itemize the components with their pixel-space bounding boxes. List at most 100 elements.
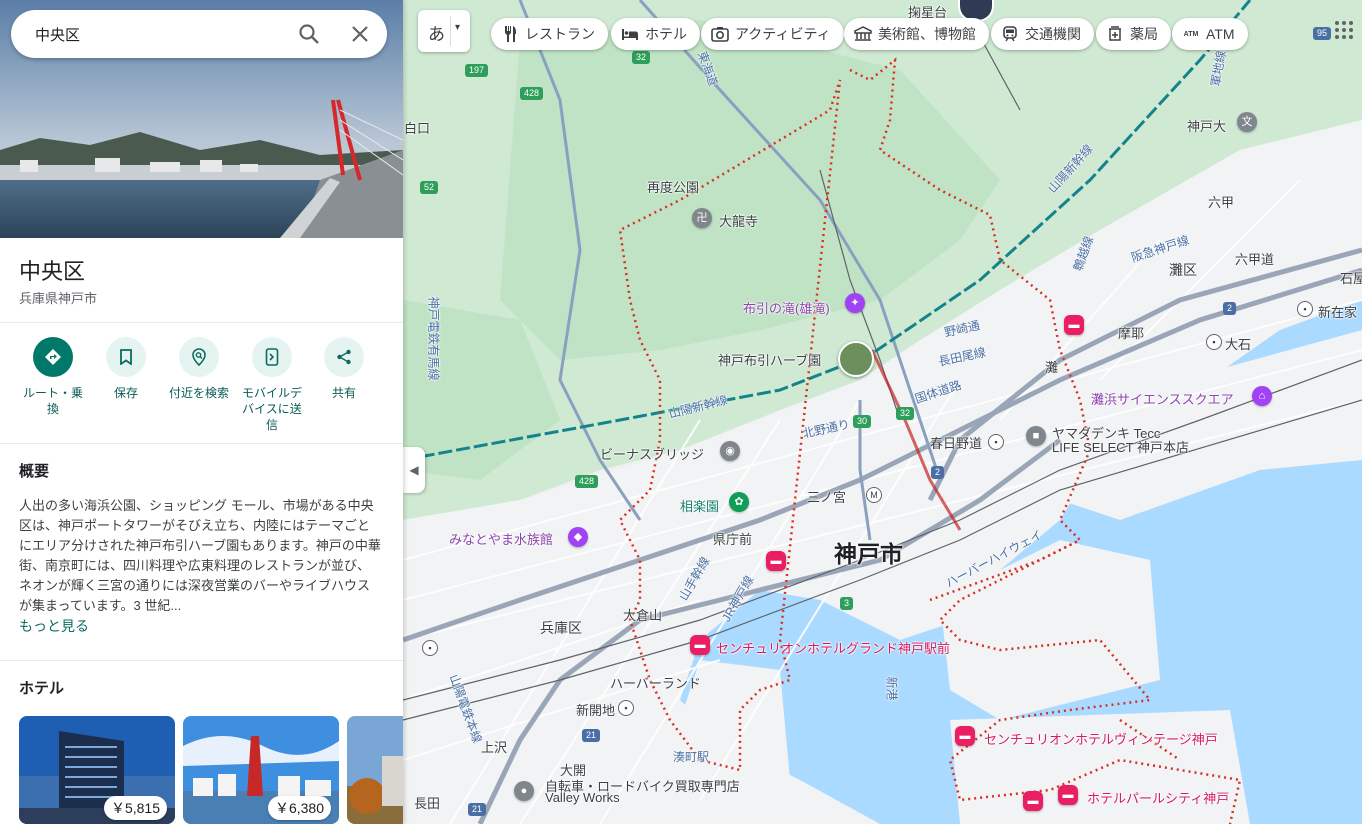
label-oishi: 大石 bbox=[1225, 337, 1252, 352]
chip-transit[interactable]: 交通機関 bbox=[991, 18, 1094, 50]
nearby-search-button[interactable]: 付近を検索 bbox=[164, 337, 234, 401]
label-minatoyama: みなとやま水族館 bbox=[449, 532, 554, 547]
directions-label: ルート・乗換 bbox=[22, 386, 83, 416]
label-science-square: 灘浜サイエンススクエア bbox=[1091, 392, 1234, 407]
chip-restaurant[interactable]: レストラン bbox=[491, 18, 608, 50]
input-language-button[interactable]: あ ▾ bbox=[418, 10, 470, 52]
label-dairyuji: 大龍寺 bbox=[719, 214, 759, 229]
hotel-price: ￥6,380 bbox=[267, 796, 331, 820]
route-2b-shield: 2 bbox=[1223, 302, 1237, 315]
search-box[interactable]: 中央区 bbox=[11, 10, 387, 58]
chip-hotel[interactable]: ホテル bbox=[611, 18, 700, 50]
chip-label: 薬局 bbox=[1130, 26, 1158, 42]
apps-grid-icon[interactable] bbox=[1334, 20, 1354, 40]
divider bbox=[0, 660, 403, 661]
chip-museums[interactable]: 美術館、博物館 bbox=[844, 18, 989, 50]
shop-pin-icon[interactable]: ● bbox=[514, 781, 534, 801]
label-kenchomae: 県庁前 bbox=[713, 532, 753, 547]
camera-icon bbox=[711, 25, 729, 43]
bookmark-icon bbox=[106, 337, 146, 377]
more-link[interactable]: もっと見る bbox=[19, 616, 89, 636]
search-input[interactable]: 中央区 bbox=[35, 24, 80, 45]
temple-pin-icon[interactable]: 卍 bbox=[692, 208, 712, 228]
shinzaike-station-icon[interactable]: ▪ bbox=[1297, 301, 1313, 317]
save-button[interactable]: 保存 bbox=[91, 337, 161, 401]
hotel-price: ￥5,815 bbox=[103, 796, 167, 820]
route-52-shield: 52 bbox=[420, 181, 439, 194]
send-to-phone-icon bbox=[252, 337, 292, 377]
save-label: 保存 bbox=[113, 386, 138, 400]
west-station-icon[interactable]: ▪ bbox=[422, 640, 438, 656]
send-to-phone-button[interactable]: モバイルデバイスに送信 bbox=[237, 337, 307, 433]
nearby-search-label: 付近を検索 bbox=[168, 386, 229, 400]
restaurant-icon bbox=[501, 25, 519, 43]
hotel-nada-pin-icon[interactable]: ▬ bbox=[1064, 315, 1084, 335]
directions-icon bbox=[33, 337, 73, 377]
label-century-vintage: センチュリオンホテルヴィンテージ神戸 bbox=[984, 732, 1218, 747]
shinkaichi-station-icon[interactable]: ▪ bbox=[618, 700, 634, 716]
share-button[interactable]: 共有 bbox=[309, 337, 379, 401]
place-subtitle: 兵庫県神戸市 bbox=[19, 291, 98, 306]
search-icon[interactable] bbox=[297, 22, 321, 46]
label-minatogawa: 湊町駅 bbox=[673, 750, 710, 764]
label-shinko: 新港 bbox=[884, 676, 899, 701]
chip-atm[interactable]: ATM ATM bbox=[1172, 18, 1248, 50]
hotel-pearl-pin-icon[interactable]: ▬ bbox=[1058, 785, 1078, 805]
hotel-card[interactable]: ￥6,380 bbox=[183, 716, 339, 824]
chip-pharmacy[interactable]: 薬局 bbox=[1096, 18, 1171, 50]
collapse-panel-button[interactable]: ◀ bbox=[403, 447, 425, 493]
label-nada-ward: 灘区 bbox=[1169, 262, 1197, 278]
overview-text: 人出の多い海浜公園、ショッピング モール、市場がある中央区は、神戸ポートタワーが… bbox=[19, 498, 381, 613]
language-glyph: あ bbox=[428, 25, 445, 44]
sannomiya-station-icon[interactable]: M bbox=[866, 487, 882, 503]
university-pin-icon[interactable]: 文 bbox=[1237, 112, 1257, 132]
hotel-pin-2-icon[interactable]: ▬ bbox=[1023, 791, 1043, 811]
divider bbox=[0, 443, 403, 444]
route-428b-shield: 428 bbox=[575, 475, 599, 488]
directions-button[interactable]: ルート・乗換 bbox=[18, 337, 88, 417]
label-yamada-2: LIFE SELECT 神戸本店 bbox=[1052, 440, 1190, 455]
kasuganomichi-station-icon[interactable]: ▪ bbox=[988, 434, 1004, 450]
route-428-shield: 428 bbox=[520, 87, 544, 100]
route-30-shield: 30 bbox=[853, 415, 872, 428]
hotel-pin-icon[interactable]: ▬ bbox=[766, 551, 786, 571]
oishi-station-icon[interactable]: ▪ bbox=[1206, 334, 1222, 350]
label-nada: 灘 bbox=[1045, 360, 1059, 375]
hotel-grand-pin-icon[interactable]: ▬ bbox=[690, 635, 710, 655]
label-rokkomichi: 六甲道 bbox=[1235, 252, 1275, 267]
hotel-card[interactable] bbox=[347, 716, 403, 824]
hotel-vintage-pin-icon[interactable]: ▬ bbox=[955, 726, 975, 746]
route-32-shield: 32 bbox=[632, 51, 651, 64]
chevron-left-icon: ◀ bbox=[409, 463, 419, 477]
route-95-shield: 95 bbox=[1313, 27, 1332, 40]
label-nunobiki-falls: 布引の滝(雄滝) bbox=[743, 301, 830, 316]
label-sorakuen: 相楽園 bbox=[680, 499, 720, 514]
store-pin-icon[interactable]: ■ bbox=[1026, 426, 1046, 446]
museum-pin-icon[interactable]: ⌂ bbox=[1252, 386, 1272, 406]
museum-icon bbox=[854, 25, 872, 43]
hotel-icon bbox=[621, 25, 639, 43]
label-bicycle-2: Valley Works bbox=[545, 790, 620, 805]
send-to-phone-label: モバイルデバイスに送信 bbox=[241, 386, 302, 432]
hotels-heading: ホテル bbox=[19, 680, 65, 697]
garden-pin-icon[interactable]: ✿ bbox=[729, 492, 749, 512]
chip-label: アクティビティ bbox=[735, 26, 831, 42]
herb-garden-photo-pin[interactable] bbox=[838, 341, 874, 377]
viewpoint-pin-icon[interactable]: ◉ bbox=[720, 441, 740, 461]
label-shinzaike: 新在家 bbox=[1318, 305, 1358, 320]
language-separator bbox=[450, 16, 451, 46]
aquarium-pin-icon[interactable]: ◆ bbox=[568, 527, 588, 547]
chip-label: ホテル bbox=[645, 26, 687, 42]
place-panel: 中央区 中央区 兵庫県神戸市 ルート・乗換 保存 付近を検索 モバイルデバイスに… bbox=[0, 0, 403, 824]
label-ishiya: 石屋 bbox=[1340, 271, 1362, 286]
route-2-shield: 2 bbox=[931, 466, 945, 479]
chip-activities[interactable]: アクティビティ bbox=[701, 18, 844, 50]
label-hotel-pearl: ホテルパールシティ神戸 bbox=[1087, 791, 1230, 806]
waterfall-pin-icon[interactable]: ✦ bbox=[845, 293, 865, 313]
hotel-card[interactable]: ￥5,815 bbox=[19, 716, 175, 824]
label-maya: 摩耶 bbox=[1118, 326, 1145, 341]
label-hakko: 白口 bbox=[404, 121, 431, 136]
close-icon[interactable] bbox=[348, 22, 372, 46]
label-herb-garden: 神戸布引ハーブ園 bbox=[718, 353, 822, 368]
chevron-down-icon[interactable]: ▾ bbox=[455, 22, 460, 33]
